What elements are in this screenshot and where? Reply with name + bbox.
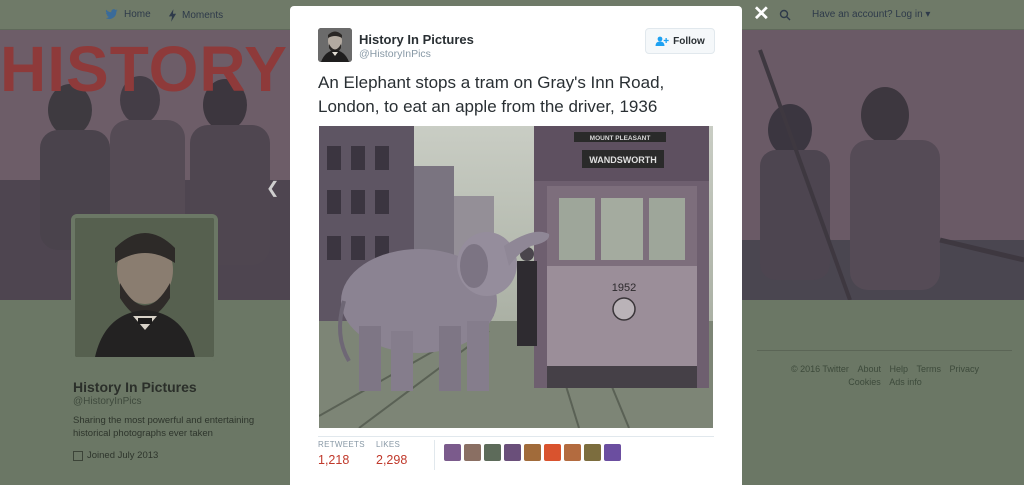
- follow-button[interactable]: Follow: [645, 28, 715, 54]
- nav-moments[interactable]: Moments: [168, 9, 223, 22]
- tweet-photo[interactable]: MOUNT PLEASANT WANDSWORTH 1952: [319, 126, 713, 428]
- liker-avatar[interactable]: [604, 444, 621, 461]
- footer-link-help[interactable]: Help: [890, 364, 909, 374]
- footer-links: © 2016 Twitter About Help Terms Privacy …: [760, 363, 1010, 389]
- liker-avatar[interactable]: [444, 444, 461, 461]
- follow-button-label: Follow: [673, 35, 705, 47]
- login-link[interactable]: Have an account? Log in ▾: [812, 9, 930, 20]
- tram-sign-top: MOUNT PLEASANT: [590, 135, 651, 142]
- footer-link-cookies[interactable]: Cookies: [848, 377, 881, 387]
- twitter-bird-icon: [105, 9, 118, 20]
- retweets-label: RETWEETS: [318, 440, 365, 449]
- footer-link-ads-info[interactable]: Ads info: [889, 377, 922, 387]
- add-user-icon: [655, 36, 669, 46]
- liker-avatar[interactable]: [464, 444, 481, 461]
- profile-name[interactable]: History In Pictures: [73, 379, 197, 395]
- profile-handle[interactable]: @HistoryInPics: [73, 396, 142, 407]
- liker-avatars: [444, 444, 621, 461]
- close-icon[interactable]: ✕: [753, 4, 770, 24]
- likes-label: LIKES: [376, 440, 401, 449]
- profile-joined-label: Joined July 2013: [87, 450, 159, 461]
- profile-avatar[interactable]: [71, 214, 218, 361]
- retweets-stat[interactable]: RETWEETS 1,218: [318, 440, 365, 467]
- tweet-text: An Elephant stops a tram on Gray's Inn R…: [318, 73, 665, 116]
- footer-link-about[interactable]: About: [857, 364, 881, 374]
- tweet-author-name[interactable]: History In Pictures: [359, 32, 474, 47]
- nav-home-label: Home: [124, 9, 151, 20]
- lightning-icon: [168, 9, 177, 22]
- liker-avatar[interactable]: [524, 444, 541, 461]
- search-icon[interactable]: [779, 9, 791, 21]
- liker-avatar[interactable]: [564, 444, 581, 461]
- lincoln-portrait-image: [75, 218, 214, 357]
- calendar-icon: [73, 450, 83, 461]
- elephant-tram-photo: MOUNT PLEASANT WANDSWORTH 1952: [319, 126, 713, 428]
- stats-divider-line: [318, 436, 714, 437]
- profile-joined: Joined July 2013: [73, 450, 158, 461]
- profile-bio: Sharing the most powerful and entertaini…: [73, 415, 255, 439]
- tweet-author-handle[interactable]: @HistoryInPics: [359, 48, 431, 60]
- footer-link-privacy[interactable]: Privacy: [950, 364, 980, 374]
- tram-number: 1952: [612, 282, 636, 294]
- tram-sign-destination: WANDSWORTH: [589, 155, 657, 165]
- liker-avatar[interactable]: [544, 444, 561, 461]
- nav-moments-label: Moments: [182, 10, 224, 21]
- footer-divider: [757, 350, 1012, 351]
- author-avatar-image: [318, 28, 352, 62]
- footer-link-terms[interactable]: Terms: [917, 364, 942, 374]
- tweet-author-avatar[interactable]: [318, 28, 352, 62]
- likes-count: 2,298: [376, 453, 408, 467]
- liker-avatar[interactable]: [484, 444, 501, 461]
- nav-home[interactable]: Home: [104, 9, 151, 20]
- tweet-modal: History In Pictures @HistoryInPics Follo…: [290, 6, 742, 485]
- retweets-count: 1,218: [318, 453, 350, 467]
- chevron-left-icon[interactable]: ❮: [266, 178, 279, 198]
- likes-stat[interactable]: LIKES 2,298: [376, 440, 407, 467]
- liker-avatar[interactable]: [504, 444, 521, 461]
- stats-divider: [434, 440, 435, 470]
- footer-copyright: © 2016 Twitter: [790, 364, 849, 374]
- liker-avatar[interactable]: [584, 444, 601, 461]
